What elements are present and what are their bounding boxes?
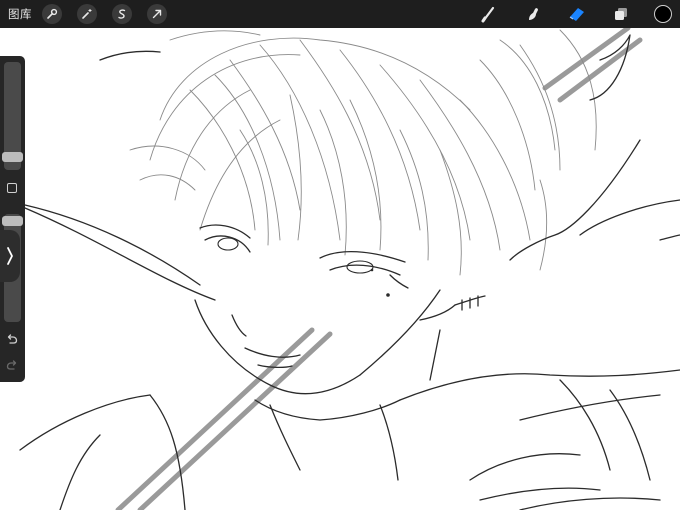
top-toolbar: 图库 [0,0,680,28]
layers-button[interactable] [610,3,632,25]
magic-wand-icon [82,9,92,19]
eraser-button[interactable] [566,3,588,25]
layers-icon [615,8,627,20]
eraser-icon [569,8,584,21]
smudge-icon [529,8,538,20]
opacity-thumb[interactable] [2,216,23,226]
sketch-artwork [19,25,680,510]
arrow-cursor-icon [152,9,162,19]
drawing-canvas[interactable] [0,0,680,510]
wrench-icon [47,8,58,19]
gallery-button[interactable]: 图库 [8,6,32,22]
color-picker-button[interactable] [654,5,672,23]
modify-button[interactable] [7,183,17,193]
brush-button[interactable] [478,3,500,25]
transform-button[interactable] [147,4,167,24]
hair-sketch [129,29,597,276]
actions-button[interactable] [42,4,62,24]
lineart [19,34,680,510]
chevron-right-icon [7,247,13,265]
sidebar-expand-handle[interactable] [0,230,20,282]
right-tools [456,0,672,28]
selection-s-icon [118,9,126,19]
ink-dots [370,268,390,297]
smudge-button[interactable] [522,3,544,25]
diagonal-strokes [115,25,643,510]
redo-icon[interactable] [5,358,19,372]
adjustments-button[interactable] [77,4,97,24]
left-sidebar [0,56,25,382]
undo-icon[interactable] [5,332,19,346]
brush-size-thumb[interactable] [2,152,23,162]
brush-icon [481,6,495,23]
brush-size-slider[interactable] [2,62,23,170]
selection-button[interactable] [112,4,132,24]
